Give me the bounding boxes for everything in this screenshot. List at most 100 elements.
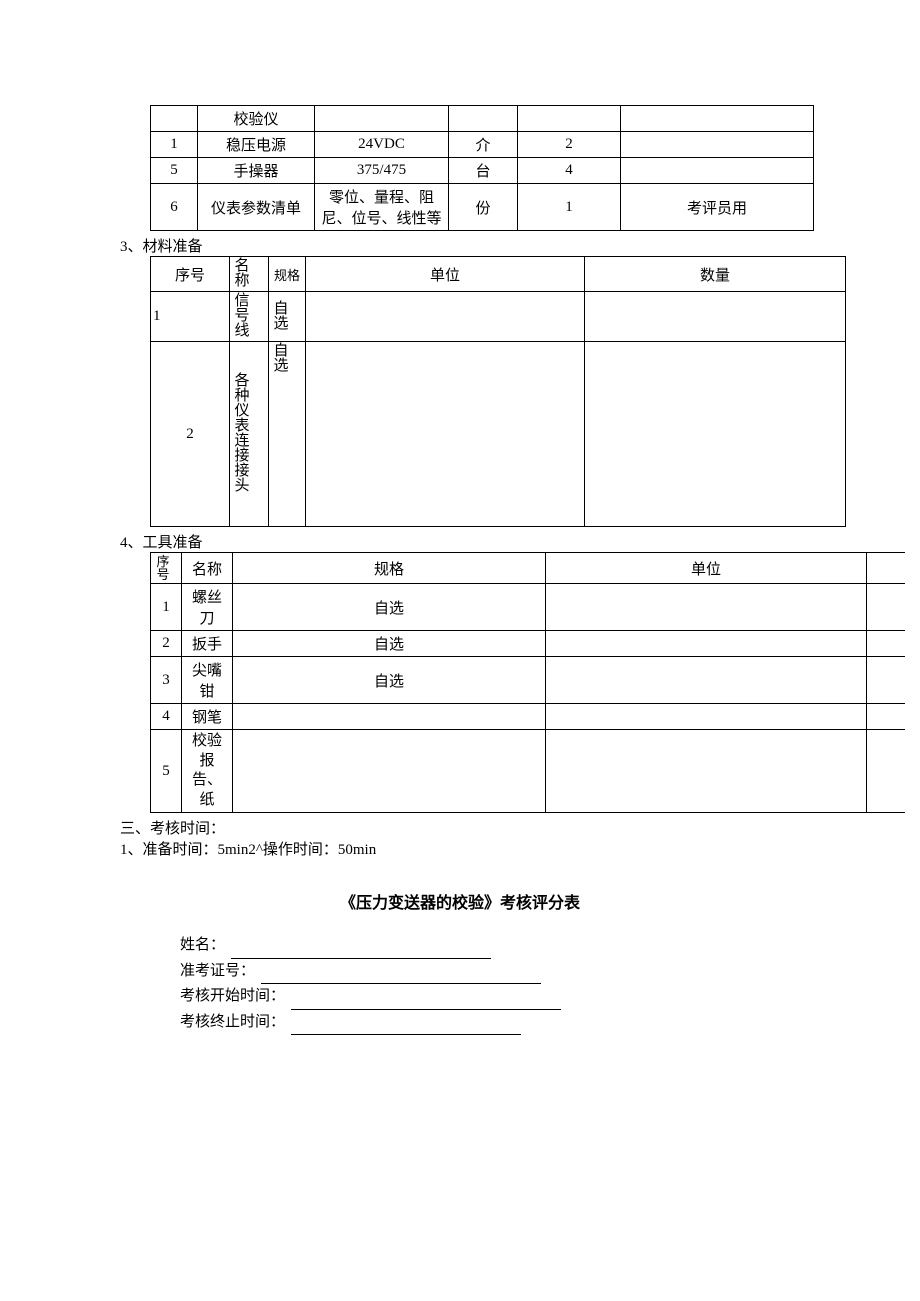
form-row-name: 姓名： bbox=[180, 933, 920, 959]
cell: 2 bbox=[151, 631, 182, 657]
cell: 信号线 bbox=[230, 292, 269, 342]
cell: 稳压电源 bbox=[198, 132, 315, 158]
cell: 1 bbox=[151, 584, 182, 631]
materials-table: 序号 名称 规格 单位 数量 1 信号线 自选 2 各种仪表连接接头 自选 bbox=[150, 256, 846, 527]
cell: 5 bbox=[151, 158, 198, 184]
cell: 自选 bbox=[269, 342, 306, 527]
equipment-table: 校验仪 1 稳压电源 24VDC 介 2 5 手操器 375/475 台 4 6… bbox=[150, 105, 814, 231]
label-id: 准考证号： bbox=[180, 963, 255, 979]
cell: 螺丝刀 bbox=[182, 584, 233, 631]
col-header: 单位 bbox=[306, 257, 585, 292]
cell bbox=[621, 132, 814, 158]
cell bbox=[306, 292, 585, 342]
cell: 24VDC bbox=[315, 132, 449, 158]
col-header: 名称 bbox=[182, 553, 233, 584]
cell: 钢笔 bbox=[182, 704, 233, 730]
cell: 自选 bbox=[233, 584, 546, 631]
label-name: 姓名： bbox=[180, 937, 225, 953]
cell bbox=[151, 106, 198, 132]
cell bbox=[546, 631, 867, 657]
cell: 1 bbox=[151, 132, 198, 158]
table-row: 1 螺丝刀 自选 bbox=[151, 584, 906, 631]
col-header: 规格 bbox=[233, 553, 546, 584]
table-row: 5 手操器 375/475 台 4 bbox=[151, 158, 814, 184]
cell: 4 bbox=[151, 704, 182, 730]
table-row: 2 扳手 自选 bbox=[151, 631, 906, 657]
table-header-row: 序号 名称 规格 单位 bbox=[151, 553, 906, 584]
cell bbox=[546, 657, 867, 704]
form-row-id: 准考证号： bbox=[180, 959, 920, 985]
cell bbox=[867, 657, 906, 704]
blank-line bbox=[291, 1019, 521, 1035]
cell: 375/475 bbox=[315, 158, 449, 184]
col-header: 名称 bbox=[230, 257, 269, 292]
col-header: 单位 bbox=[546, 553, 867, 584]
cell bbox=[585, 292, 846, 342]
cell: 5 bbox=[151, 730, 182, 813]
cell bbox=[546, 730, 867, 813]
cell: 2 bbox=[151, 342, 230, 527]
cell: 6 bbox=[151, 184, 198, 231]
table-row: 4 钢笔 bbox=[151, 704, 906, 730]
cell bbox=[621, 106, 814, 132]
table-row: 2 各种仪表连接接头 自选 bbox=[151, 342, 846, 527]
cell: 1 bbox=[518, 184, 621, 231]
cell: 零位、量程、阻尼、位号、线性等 bbox=[315, 184, 449, 231]
cell: 考评员用 bbox=[621, 184, 814, 231]
cell bbox=[306, 342, 585, 527]
cell bbox=[621, 158, 814, 184]
section-heading-time: 三、考核时间： bbox=[120, 817, 920, 838]
col-header: 数量 bbox=[585, 257, 846, 292]
section-heading-4: 4、工具准备 bbox=[120, 531, 920, 552]
cell bbox=[867, 584, 906, 631]
table-header-row: 序号 名称 规格 单位 数量 bbox=[151, 257, 846, 292]
cell bbox=[518, 106, 621, 132]
form-row-end: 考核终止时间： bbox=[180, 1010, 920, 1036]
cell: 2 bbox=[518, 132, 621, 158]
col-header bbox=[867, 553, 906, 584]
cell: 手操器 bbox=[198, 158, 315, 184]
label-end: 考核终止时间： bbox=[180, 1014, 285, 1030]
cell bbox=[233, 704, 546, 730]
section-heading-3: 3、材料准备 bbox=[120, 235, 920, 256]
cell: 3 bbox=[151, 657, 182, 704]
cell: 台 bbox=[449, 158, 518, 184]
cell: 介 bbox=[449, 132, 518, 158]
form-row-start: 考核开始时间： bbox=[180, 984, 920, 1010]
label-start: 考核开始时间： bbox=[180, 988, 285, 1004]
cell: 1 bbox=[151, 292, 230, 342]
cell: 自选 bbox=[233, 657, 546, 704]
time-text: 1、准备时间：5min2^操作时间：50min bbox=[120, 838, 920, 859]
blank-line bbox=[261, 968, 541, 984]
cell: 份 bbox=[449, 184, 518, 231]
table-row: 6 仪表参数清单 零位、量程、阻尼、位号、线性等 份 1 考评员用 bbox=[151, 184, 814, 231]
cell: 校验报告、纸 bbox=[182, 730, 233, 813]
cell bbox=[867, 704, 906, 730]
cell: 各种仪表连接接头 bbox=[230, 342, 269, 527]
cell: 4 bbox=[518, 158, 621, 184]
table-row: 1 稳压电源 24VDC 介 2 bbox=[151, 132, 814, 158]
cell bbox=[546, 704, 867, 730]
cell bbox=[233, 730, 546, 813]
tools-table: 序号 名称 规格 单位 1 螺丝刀 自选 2 扳手 自选 3 尖嘴钳 自选 bbox=[150, 552, 905, 813]
col-header: 序号 bbox=[151, 257, 230, 292]
table-row: 5 校验报告、纸 bbox=[151, 730, 906, 813]
cell: 校验仪 bbox=[198, 106, 315, 132]
table-row: 1 信号线 自选 bbox=[151, 292, 846, 342]
cell: 自选 bbox=[233, 631, 546, 657]
cell bbox=[867, 631, 906, 657]
cell: 尖嘴钳 bbox=[182, 657, 233, 704]
scoring-table-title: 《压力变送器的校验》考核评分表 bbox=[0, 889, 920, 913]
table-row: 校验仪 bbox=[151, 106, 814, 132]
blank-line bbox=[231, 943, 491, 959]
cell: 扳手 bbox=[182, 631, 233, 657]
blank-line bbox=[291, 994, 561, 1010]
form-fields: 姓名： 准考证号： 考核开始时间： 考核终止时间： bbox=[180, 933, 920, 1035]
cell bbox=[867, 730, 906, 813]
cell bbox=[449, 106, 518, 132]
cell bbox=[585, 342, 846, 527]
cell bbox=[315, 106, 449, 132]
table-row: 3 尖嘴钳 自选 bbox=[151, 657, 906, 704]
col-header: 规格 bbox=[269, 257, 306, 292]
cell: 自选 bbox=[269, 292, 306, 342]
